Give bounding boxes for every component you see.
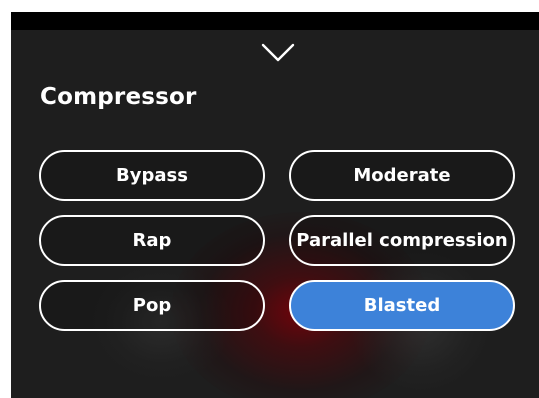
top-bar — [11, 12, 539, 30]
preset-button-pop[interactable]: Pop — [39, 280, 265, 331]
preset-button-rap[interactable]: Rap — [39, 215, 265, 266]
chevron-down-icon[interactable] — [261, 42, 295, 64]
compressor-panel: Compressor Bypass Moderate Rap Parallel … — [11, 12, 539, 398]
preset-button-bypass[interactable]: Bypass — [39, 150, 265, 201]
panel-title: Compressor — [40, 84, 197, 110]
preset-button-moderate[interactable]: Moderate — [289, 150, 515, 201]
preset-button-blasted[interactable]: Blasted — [289, 280, 515, 331]
preset-button-parallel-compression[interactable]: Parallel compression — [289, 215, 515, 266]
preset-grid: Bypass Moderate Rap Parallel compression… — [39, 150, 515, 331]
